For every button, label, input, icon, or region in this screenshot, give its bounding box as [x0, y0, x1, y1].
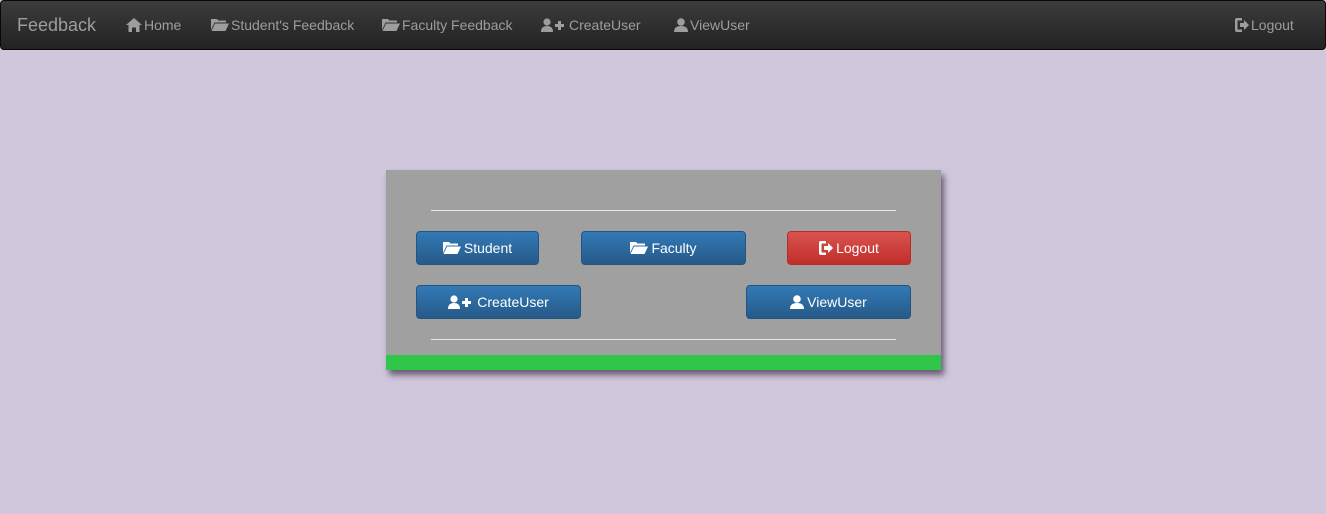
nav-faculty-feedback[interactable]: Faculty Feedback: [382, 16, 513, 34]
panel-footer-bar: [386, 355, 941, 370]
folder-open-icon: [211, 19, 229, 31]
student-button-label: Student: [463, 240, 513, 256]
create-user-button[interactable]: CreateUser: [416, 285, 581, 319]
faculty-button[interactable]: Faculty: [581, 231, 746, 265]
folder-open-icon: [442, 242, 461, 254]
logout-icon: [1235, 18, 1249, 32]
user-icon: [674, 18, 688, 32]
top-divider: [431, 210, 896, 211]
nav-view-user[interactable]: ViewUser: [674, 16, 750, 34]
folder-open-icon: [382, 19, 400, 31]
user-icon: [790, 295, 805, 309]
user-plus-icon: [541, 18, 564, 32]
nav-home[interactable]: Home: [126, 16, 181, 34]
home-icon: [126, 18, 142, 32]
view-user-button-label: ViewUser: [807, 294, 867, 310]
top-navbar: Feedback Home Student's Feedback Faculty…: [0, 0, 1326, 50]
user-plus-icon: [448, 295, 472, 309]
nav-view-user-label: ViewUser: [690, 17, 750, 33]
brand-link[interactable]: Feedback: [17, 14, 96, 36]
bottom-divider: [431, 339, 896, 340]
nav-create-user-label: CreateUser: [569, 17, 641, 33]
logout-button[interactable]: Logout: [787, 231, 911, 265]
nav-logout-label: Logout: [1251, 17, 1294, 33]
logout-icon: [819, 241, 834, 255]
nav-create-user[interactable]: CreateUser: [541, 16, 641, 34]
nav-home-label: Home: [144, 17, 182, 33]
folder-open-icon: [630, 242, 649, 254]
faculty-button-label: Faculty: [651, 240, 697, 256]
nav-logout[interactable]: Logout: [1235, 16, 1294, 34]
nav-students-feedback-label: Student's Feedback: [231, 17, 355, 33]
nav-faculty-feedback-label: Faculty Feedback: [402, 17, 513, 33]
logout-button-label: Logout: [836, 240, 879, 256]
create-user-button-label: CreateUser: [477, 294, 549, 310]
dashboard-panel: Student Faculty Logout CreateUser ViewUs…: [386, 170, 941, 370]
student-button[interactable]: Student: [416, 231, 539, 265]
nav-students-feedback[interactable]: Student's Feedback: [211, 16, 354, 34]
view-user-button[interactable]: ViewUser: [746, 285, 911, 319]
